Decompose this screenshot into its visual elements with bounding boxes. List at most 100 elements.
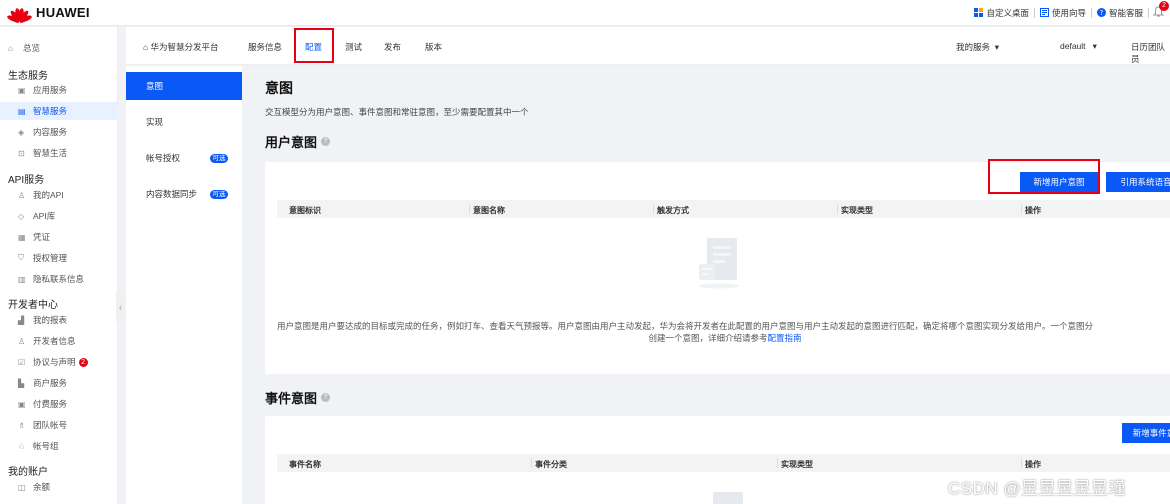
sidebar-item-merchant-service[interactable]: ▙ 商户服务 — [0, 374, 118, 392]
empty-document-icon — [697, 238, 741, 292]
config-tab-highlight — [294, 28, 334, 63]
sidebar-group-developer[interactable]: 开发者中心 — [8, 296, 58, 311]
help-circle-icon: ? — [1096, 8, 1106, 17]
help-icon[interactable]: ? — [321, 393, 331, 402]
user-intent-title: 用户意图 ? — [265, 132, 331, 151]
sidebar-item-overview[interactable]: ⌂ 总览 — [0, 39, 118, 57]
user-intent-table-header: 意图标识 意图名称 触发方式 实现类型 操作 — [277, 200, 1170, 218]
shield-icon: ⛉ — [18, 253, 24, 262]
notification-button[interactable]: 2 — [1152, 0, 1169, 20]
sidebar-item-smart-service[interactable]: ▤ 智慧服务 — [0, 102, 118, 120]
default-dropdown[interactable]: default ▾ — [1060, 41, 1097, 52]
sidebar-item-content-service[interactable]: ◈ 内容服务 — [0, 123, 118, 141]
optional-badge: 可选 — [210, 189, 228, 199]
left-sidebar: ⌂ 总览 生态服务 ▣ 应用服务 ▤ 智慧服务 ◈ 内容服务 ⊡ 智慧生活 API服务 … — [0, 27, 118, 504]
caret-down-icon: ▾ — [1085, 41, 1097, 51]
sidebar-item-team-account[interactable]: ♗ 团队帐号 — [0, 416, 118, 434]
sidebar-item-balance[interactable]: ◫ 余额 — [0, 478, 118, 496]
life-icon: ⊡ — [18, 148, 25, 158]
sidebar-item-api-library[interactable]: ◇ API库 — [0, 207, 118, 225]
team-icon: ♗ — [18, 420, 26, 430]
group-icon: ♘ — [18, 441, 26, 451]
balance-icon: ◫ — [18, 482, 26, 492]
grid-icon — [974, 8, 984, 17]
privacy-icon: ▥ — [18, 274, 26, 284]
column-event-impl-type: 实现类型 — [781, 460, 813, 469]
csdn-watermark: CSDN @昱昱昱昱昱瑾 — [948, 479, 1127, 498]
sidebar-item-paid-service[interactable]: ▣ 付费服务 — [0, 395, 118, 413]
config-guide-link[interactable]: 配置指南 — [768, 333, 802, 343]
event-intent-title: 事件意图 ? — [265, 388, 331, 407]
caret-down-icon: ▾ — [990, 42, 1000, 52]
sidebar-collapse-handle[interactable]: ‹ — [116, 292, 125, 322]
sidebar-item-developer-info[interactable]: ♙ 开发者信息 — [0, 332, 118, 350]
column-trigger-method: 触发方式 — [657, 206, 689, 215]
user-intent-card: 新增用户意图 引用系统语音 意图标识 意图名称 触发方式 实现类型 操作 用户意… — [265, 159, 1170, 374]
sidebar-item-auth-management[interactable]: ⛉ 授权管理 — [0, 249, 118, 267]
page-title: 意图 — [265, 80, 293, 96]
home-icon: ⌂ — [143, 42, 151, 52]
sidebar-item-credential[interactable]: ▦ 凭证 — [0, 228, 118, 246]
chart-icon: ▟ — [18, 315, 25, 325]
reference-system-voice-button[interactable]: 引用系统语音 — [1106, 172, 1170, 192]
sidebar-item-account-group[interactable]: ♘ 帐号组 — [0, 437, 118, 455]
guide-link[interactable]: 使用向导 — [1035, 7, 1091, 19]
agreement-icon: ☑ — [18, 357, 26, 367]
column-event-category: 事件分类 — [535, 460, 567, 469]
sidebar-item-smart-life[interactable]: ⊡ 智慧生活 — [0, 144, 118, 162]
sidebar-item-my-reports[interactable]: ▟ 我的报表 — [0, 311, 118, 329]
calendar-team-member[interactable]: 日历团队员 — [1131, 41, 1170, 65]
credential-icon: ▦ — [18, 232, 26, 242]
add-user-intent-highlight — [988, 159, 1100, 194]
custom-desktop-link[interactable]: 自定义桌面 — [969, 7, 1034, 19]
huawei-logo[interactable]: HUAWEI — [6, 5, 90, 23]
page-description: 交互模型分为用户意图、事件意图和常驻意图，至少需要配置其中一个 — [265, 107, 529, 117]
tab-service-info[interactable]: 服务信息 — [248, 41, 282, 53]
home-icon: ⌂ — [8, 43, 13, 53]
user-icon: ♙ — [18, 336, 26, 346]
secnav-item-content-sync[interactable]: 内容数据同步 可选 — [126, 180, 242, 208]
help-icon[interactable]: ? — [321, 137, 331, 146]
column-intent-id: 意图标识 — [289, 206, 321, 215]
brand-name: HUAWEI — [36, 5, 90, 20]
merchant-icon: ▙ — [18, 378, 25, 388]
agreement-badge: 2 — [78, 357, 88, 367]
user-intent-empty-text-2: 创建一个意图，详细介绍请参考配置指南 — [648, 333, 802, 343]
tab-publish[interactable]: 发布 — [384, 41, 401, 53]
column-actions: 操作 — [1025, 206, 1041, 215]
main-content: 意图 交互模型分为用户意图、事件意图和常驻意图，至少需要配置其中一个 用户意图 … — [249, 66, 1170, 504]
guide-icon — [1039, 8, 1049, 17]
sidebar-item-privacy-contact[interactable]: ▥ 隐私联系信息 — [0, 270, 118, 288]
cube-icon: ◇ — [18, 211, 25, 221]
user-icon: ♙ — [18, 190, 26, 200]
optional-badge: 可选 — [210, 153, 228, 163]
config-secondary-nav: 意图 实现 帐号授权 可选 内容数据同步 可选 — [126, 66, 242, 504]
sidebar-group-account[interactable]: 我的账户 — [8, 463, 48, 478]
my-service-dropdown[interactable]: 我的服务 ▾ — [956, 41, 999, 53]
secnav-item-account-auth[interactable]: 帐号授权 可选 — [126, 144, 242, 172]
secnav-item-intent[interactable]: 意图 — [126, 72, 242, 100]
smart-support-link[interactable]: ? 智能客服 — [1092, 7, 1148, 19]
chevron-left-icon: ‹ — [119, 302, 122, 312]
sidebar-group-api[interactable]: API服务 — [8, 171, 44, 186]
huawei-petal-icon — [6, 5, 33, 23]
tab-version[interactable]: 版本 — [425, 41, 442, 53]
pay-icon: ▣ — [18, 399, 26, 409]
user-intent-empty-text: 用户意图是用户要达成的目标或完成的任务，例如打车、查看天气预报等。用户意图由用户… — [277, 321, 1094, 331]
column-event-name: 事件名称 — [289, 460, 321, 469]
sidebar-item-app-service[interactable]: ▣ 应用服务 — [0, 81, 118, 99]
add-event-intent-button[interactable]: 新增事件意 — [1122, 423, 1170, 443]
svg-text:?: ? — [1100, 9, 1104, 17]
app-icon: ▣ — [18, 85, 26, 95]
secnav-item-implementation[interactable]: 实现 — [126, 108, 242, 136]
tab-test[interactable]: 测试 — [345, 41, 362, 53]
smart-icon: ▤ — [18, 106, 26, 116]
top-header: HUAWEI 自定义桌面 使用向导 ? 智能客服 2 — [0, 0, 1170, 26]
sidebar-item-agreements[interactable]: ☑ 协议与声明 2 — [0, 353, 118, 371]
sidebar-item-my-api[interactable]: ♙ 我的API — [0, 186, 118, 204]
content-icon: ◈ — [18, 127, 25, 137]
column-intent-name: 意图名称 — [473, 206, 505, 215]
breadcrumb[interactable]: ⌂ 华为智慧分发平台 — [143, 41, 219, 53]
sidebar-group-eco[interactable]: 生态服务 — [8, 67, 48, 82]
notification-badge: 2 — [1159, 0, 1169, 11]
